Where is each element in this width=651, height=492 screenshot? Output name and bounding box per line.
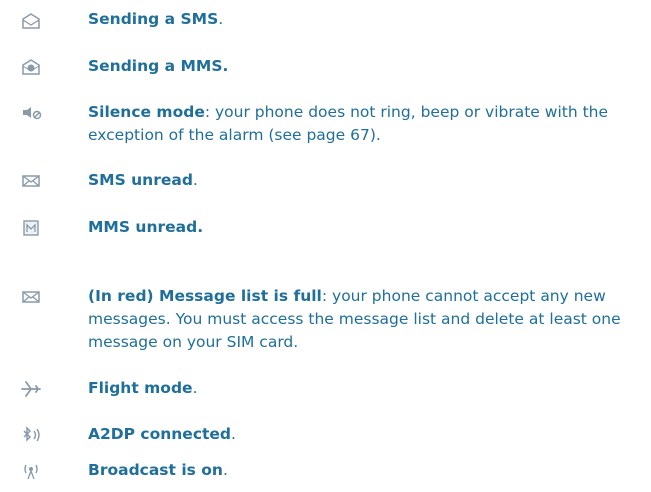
entry-title: Broadcast is on [88, 461, 223, 479]
sending-sms-icon [20, 12, 42, 30]
sending-mms-icon [20, 58, 42, 76]
silence-mode-icon [20, 104, 42, 122]
entry-title: Flight mode [88, 379, 193, 397]
broadcast-icon [20, 462, 42, 480]
entry-description: . [222, 461, 228, 479]
entry-description: . [192, 379, 198, 397]
entry-description: . [192, 171, 198, 189]
mms-unread-icon [20, 219, 42, 237]
entry-title: Sending a MMS. [88, 57, 229, 75]
entry-title: Sending a SMS [88, 10, 219, 28]
entry-title: A2DP connected [88, 425, 232, 443]
entry-description: . [218, 10, 224, 28]
entry-title: MMS unread. [88, 218, 204, 236]
message-list-full-icon [20, 288, 42, 306]
entry-title: Silence mode [88, 103, 205, 121]
entry-description: . [231, 425, 236, 443]
flight-mode-icon [20, 380, 42, 398]
a2dp-connected-icon [20, 426, 42, 444]
sms-unread-icon [20, 172, 42, 190]
entry-title: (In red) Message list is full [88, 287, 322, 305]
entry-title: SMS unread [88, 171, 193, 189]
